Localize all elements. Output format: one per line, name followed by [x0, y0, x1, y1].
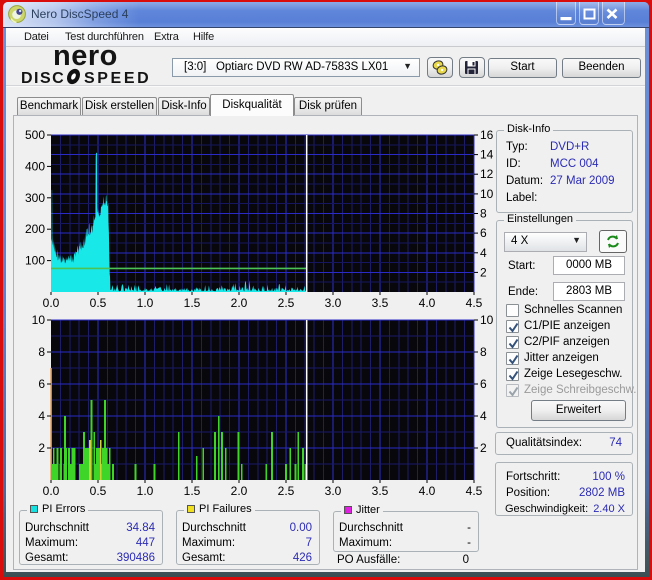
- svg-text:0.5: 0.5: [90, 484, 107, 498]
- svg-text:1.5: 1.5: [184, 296, 201, 310]
- svg-text:200: 200: [25, 222, 45, 236]
- svg-text:4.0: 4.0: [419, 484, 436, 498]
- svg-text:4.5: 4.5: [466, 484, 483, 498]
- svg-text:1.0: 1.0: [137, 484, 154, 498]
- svg-text:0.0: 0.0: [43, 484, 60, 498]
- svg-text:8: 8: [480, 207, 487, 221]
- svg-text:3.5: 3.5: [372, 484, 389, 498]
- svg-text:1.5: 1.5: [184, 484, 201, 498]
- svg-text:10: 10: [480, 313, 494, 327]
- svg-text:100: 100: [25, 254, 45, 268]
- svg-text:10: 10: [32, 313, 46, 327]
- svg-text:3.0: 3.0: [325, 484, 342, 498]
- svg-text:2.0: 2.0: [231, 484, 248, 498]
- svg-text:2: 2: [480, 441, 487, 455]
- svg-text:14: 14: [480, 148, 494, 162]
- svg-text:12: 12: [480, 167, 494, 181]
- svg-text:8: 8: [480, 345, 487, 359]
- svg-text:6: 6: [480, 226, 487, 240]
- svg-text:3.5: 3.5: [372, 296, 389, 310]
- svg-text:2: 2: [480, 265, 487, 279]
- svg-text:4.5: 4.5: [466, 296, 483, 310]
- svg-text:6: 6: [38, 377, 45, 391]
- svg-text:4.0: 4.0: [419, 296, 436, 310]
- svg-text:2.5: 2.5: [278, 296, 295, 310]
- svg-text:500: 500: [25, 128, 45, 142]
- svg-text:4: 4: [480, 246, 487, 260]
- svg-text:3.0: 3.0: [325, 296, 342, 310]
- svg-text:6: 6: [480, 377, 487, 391]
- svg-text:300: 300: [25, 191, 45, 205]
- svg-text:4: 4: [480, 409, 487, 423]
- svg-text:0.5: 0.5: [90, 296, 107, 310]
- svg-text:10: 10: [480, 187, 494, 201]
- svg-text:4: 4: [38, 409, 45, 423]
- svg-text:0.0: 0.0: [43, 296, 60, 310]
- svg-text:1.0: 1.0: [137, 296, 154, 310]
- svg-text:2.0: 2.0: [231, 296, 248, 310]
- svg-text:400: 400: [25, 159, 45, 173]
- svg-text:2.5: 2.5: [278, 484, 295, 498]
- svg-text:8: 8: [38, 345, 45, 359]
- svg-text:16: 16: [480, 128, 494, 142]
- svg-text:2: 2: [38, 441, 45, 455]
